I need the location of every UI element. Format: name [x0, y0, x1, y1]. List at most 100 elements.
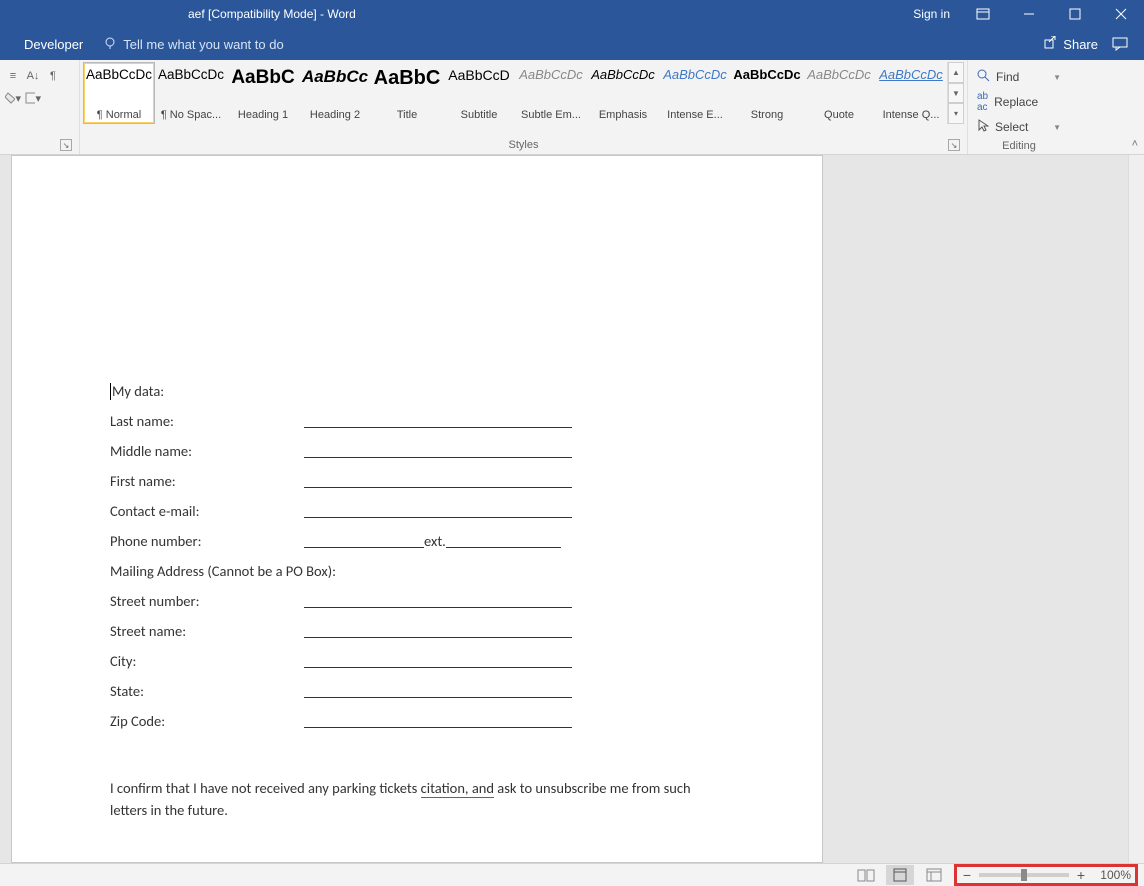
style-item[interactable]: AaBbCcDc ¶ No Spac...: [155, 62, 227, 124]
borders-icon[interactable]: ▾: [25, 90, 41, 106]
field-zip: [304, 714, 572, 728]
zoom-slider-thumb[interactable]: [1021, 869, 1027, 881]
style-sample: AaBbCcDc: [158, 67, 224, 82]
find-button[interactable]: Find ▼: [977, 66, 1061, 88]
styles-dialog-launcher[interactable]: ↘: [948, 139, 960, 151]
style-name: ¶ No Spac...: [158, 109, 224, 121]
styles-group-label: Styles ↘: [83, 137, 964, 154]
style-item[interactable]: AaBbCcDc Intense E...: [659, 62, 731, 124]
style-name: ¶ Normal: [86, 109, 152, 121]
label-ext: ext.: [424, 532, 446, 550]
select-label: Select: [995, 120, 1028, 134]
replace-label: Replace: [994, 95, 1038, 109]
select-button[interactable]: Select ▼: [977, 116, 1061, 138]
close-button[interactable]: [1098, 0, 1144, 28]
field-phone-number: [304, 534, 424, 548]
gallery-more-button[interactable]: ▾: [948, 103, 964, 124]
label-zip: Zip Code:: [110, 712, 304, 730]
tell-me-search[interactable]: Tell me what you want to do: [95, 36, 283, 53]
label-phone-number: Phone number:: [110, 532, 304, 550]
window-title: aef [Compatibility Mode] - Word: [0, 7, 356, 21]
ribbon: ≡ A↓ ¶ ▾ ▾ ↘ AaBbCcDc ¶ Normal AaBbCcDc ¶ N…: [0, 60, 1144, 155]
style-item[interactable]: AaBbCcDc Emphasis: [587, 62, 659, 124]
field-contact-email: [304, 504, 572, 518]
collapse-ribbon-button[interactable]: ˄: [1132, 138, 1138, 150]
read-mode-button[interactable]: [852, 865, 880, 885]
style-name: Strong: [734, 109, 800, 121]
cursor-icon: [977, 119, 989, 136]
comments-button[interactable]: [1104, 30, 1136, 58]
styles-gallery-scroll: ▲ ▼ ▾: [947, 62, 964, 124]
shading-icon[interactable]: ▾: [5, 90, 21, 106]
confirm-paragraph: I confirm that I have not received any p…: [110, 778, 724, 822]
zoom-in-button[interactable]: +: [1075, 867, 1087, 883]
label-state: State:: [110, 682, 304, 700]
web-layout-button[interactable]: [920, 865, 948, 885]
tell-me-placeholder: Tell me what you want to do: [123, 37, 283, 52]
style-name: Intense E...: [662, 109, 728, 121]
tab-partial[interactable]: [0, 28, 12, 60]
style-item[interactable]: AaBbCHeading 1: [227, 62, 299, 124]
zoom-slider[interactable]: [979, 873, 1069, 877]
sign-in-link[interactable]: Sign in: [903, 7, 960, 21]
style-sample: AaBbCcDc: [807, 67, 871, 82]
style-sample: AaBbCcDc: [879, 67, 943, 82]
label-city: City:: [110, 652, 304, 670]
share-button[interactable]: Share: [1037, 36, 1104, 53]
share-label: Share: [1063, 37, 1098, 52]
field-city: [304, 654, 572, 668]
label-mailing: Mailing Address (Cannot be a PO Box):: [110, 562, 336, 580]
paragraph-dialog-launcher[interactable]: ↘: [60, 139, 72, 151]
minimize-button[interactable]: [1006, 0, 1052, 28]
zoom-out-button[interactable]: −: [961, 867, 973, 883]
replace-icon: abac: [977, 91, 988, 113]
share-icon: [1043, 36, 1057, 53]
style-name: Title: [374, 109, 440, 121]
label-street-name: Street name:: [110, 622, 304, 640]
style-sample: AaBbCcDc: [663, 67, 727, 82]
grammar-flag[interactable]: citation, and: [421, 779, 494, 798]
style-item[interactable]: AaBbCcDcIntense Q...: [875, 62, 947, 124]
maximize-button[interactable]: [1052, 0, 1098, 28]
style-item[interactable]: AaBbCcHeading 2: [299, 62, 371, 124]
style-item[interactable]: AaBbCTitle: [371, 62, 443, 124]
replace-button[interactable]: abac Replace: [977, 91, 1061, 113]
zoom-control-highlighted: − + 100%: [954, 864, 1138, 886]
style-name: Quote: [806, 109, 872, 121]
chevron-down-icon: ▼: [1053, 73, 1061, 82]
field-last-name: [304, 414, 572, 428]
paragraph-marks-icon[interactable]: ¶: [45, 68, 61, 84]
style-name: Heading 2: [302, 109, 368, 121]
style-item[interactable]: AaBbCcDc Quote: [803, 62, 875, 124]
zoom-level[interactable]: 100%: [1093, 868, 1131, 882]
field-ext: [446, 534, 561, 548]
label-last-name: Last name:: [110, 412, 304, 430]
text-cursor: [110, 383, 111, 400]
print-layout-button[interactable]: [886, 865, 914, 885]
search-icon: [977, 69, 990, 85]
ribbon-display-options-button[interactable]: [960, 0, 1006, 28]
document-page[interactable]: My data: Last name: Middle name: First n…: [11, 155, 823, 863]
field-first-name: [304, 474, 572, 488]
field-middle-name: [304, 444, 572, 458]
vertical-scrollbar[interactable]: [1128, 155, 1144, 863]
title-bar: aef [Compatibility Mode] - Word Sign in: [0, 0, 1144, 28]
style-item[interactable]: AaBbCcDSubtitle: [443, 62, 515, 124]
styles-gallery[interactable]: AaBbCcDc¶ NormalAaBbCcDc¶ No Spac...AaBb…: [83, 62, 947, 124]
gallery-scroll-up[interactable]: ▲: [948, 62, 964, 83]
field-state: [304, 684, 572, 698]
style-sample: AaBbCcDc: [86, 67, 152, 82]
align-left-icon[interactable]: ≡: [5, 68, 21, 84]
style-item[interactable]: AaBbCcDcStrong: [731, 62, 803, 124]
style-item[interactable]: AaBbCcDc ¶ Normal: [83, 62, 155, 124]
style-name: Emphasis: [590, 109, 656, 121]
style-sample: AaBbC: [231, 67, 294, 89]
style-sample: AaBbCcDc: [591, 67, 655, 82]
doc-heading: My data:: [112, 382, 164, 400]
tab-developer[interactable]: Developer: [12, 28, 95, 60]
chevron-down-icon: ▼: [1053, 123, 1061, 132]
gallery-scroll-down[interactable]: ▼: [948, 83, 964, 104]
style-item[interactable]: AaBbCcDcSubtle Em...: [515, 62, 587, 124]
field-street-name: [304, 624, 572, 638]
sort-icon[interactable]: A↓: [25, 68, 41, 84]
